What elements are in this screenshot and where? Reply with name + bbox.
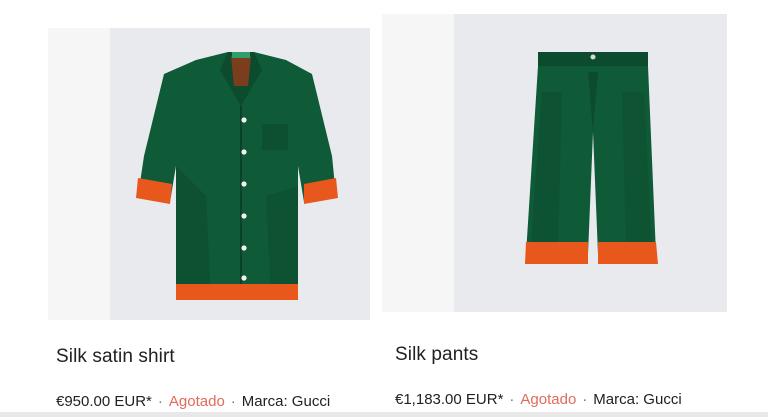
product-image-pants[interactable]: [382, 14, 727, 312]
stock-status: Agotado: [168, 393, 225, 410]
product-image-shirt[interactable]: [48, 28, 370, 320]
stock-status: Agotado: [520, 391, 577, 408]
product-price: €1,183.00 EUR*: [395, 391, 504, 408]
separator: ·: [509, 391, 515, 408]
product-brand: Marca: Gucci: [241, 393, 331, 410]
product-meta: €950.00 EUR* · Agotado · Marca: Gucci: [56, 393, 330, 410]
product-price: €950.00 EUR*: [56, 393, 152, 410]
product-meta: €1,183.00 EUR* · Agotado · Marca: Gucci: [395, 391, 682, 408]
product-title[interactable]: Silk pants: [395, 344, 478, 366]
separator: ·: [157, 393, 163, 410]
separator: ·: [230, 393, 236, 410]
product-title[interactable]: Silk satin shirt: [56, 346, 175, 368]
product-brand: Marca: Gucci: [593, 391, 682, 408]
pants-image: [525, 52, 658, 264]
separator: ·: [582, 391, 588, 408]
bottom-divider: [0, 412, 768, 417]
shirt-image: [136, 52, 338, 300]
shopping-results: Silk satin shirt €950.00 EUR* · Agotado · Ma…: [0, 0, 768, 417]
